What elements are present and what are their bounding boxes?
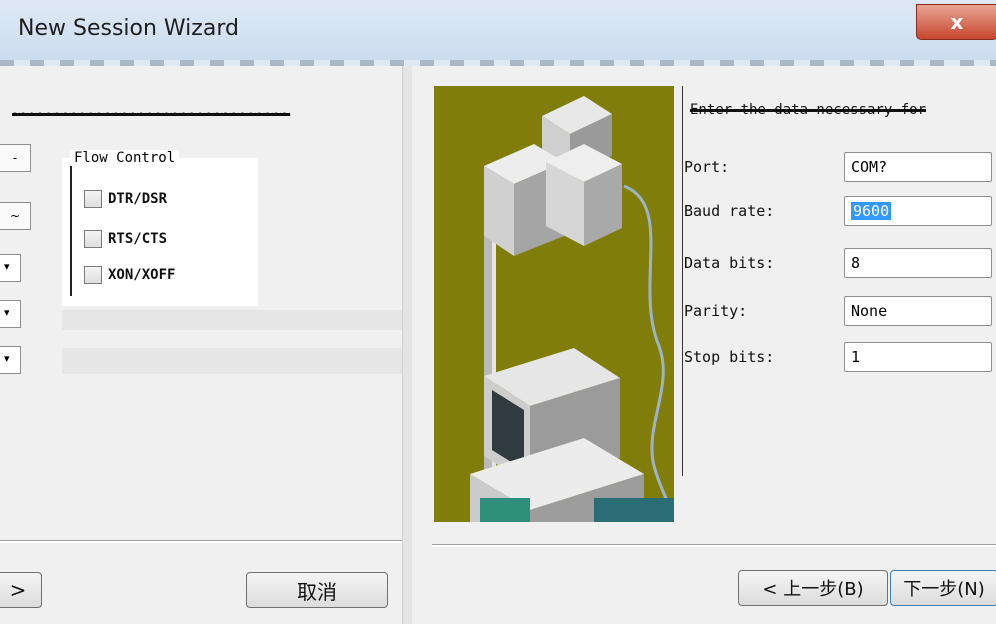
close-button[interactable]: x (916, 4, 996, 40)
port-label: Port: (684, 158, 730, 176)
left-separator (0, 540, 402, 543)
cancel-button[interactable]: 取消 (246, 572, 388, 608)
data-bits-row: Data bits: 8 (684, 248, 992, 278)
illustration-edge (682, 86, 683, 476)
baud-rate-row: Baud rate: 9600 (684, 196, 992, 226)
next-button-partial[interactable]: > (0, 572, 42, 608)
left-wizard-panel: ~~~~~~~~~~~~~~~~~~~~~~~~~~~~~~~~~ - ~ ▾ … (0, 66, 402, 624)
edge-dropdown-2[interactable]: ▾ (0, 300, 21, 328)
edge-dropdown-1[interactable]: ▾ (0, 254, 21, 282)
edge-control-1[interactable]: - (0, 144, 31, 172)
data-bits-label: Data bits: (684, 254, 775, 272)
checkbox-label: XON/XOFF (108, 267, 176, 283)
chevron-down-icon: ▾ (4, 260, 10, 273)
data-bits-select[interactable]: 8 (844, 248, 992, 278)
right-separator (432, 544, 996, 547)
computer-modem-icon (470, 96, 674, 522)
right-wizard-panel: Enter the data necessary for Port: COM? … (412, 66, 996, 624)
port-select[interactable]: COM? (844, 152, 992, 182)
checkbox-box[interactable] (84, 230, 102, 248)
checkbox-dtr-dsr[interactable]: DTR/DSR (84, 190, 167, 208)
flow-control-title: Flow Control (70, 150, 180, 166)
chevron-down-icon: ▾ (4, 306, 10, 319)
close-icon: x (950, 10, 964, 34)
baud-rate-select[interactable]: 9600 (844, 196, 992, 226)
checkbox-label: RTS/CTS (108, 231, 168, 247)
flow-control-group: Flow Control DTR/DSR RTS/CTS XON/XOFF (62, 150, 258, 306)
edge-dropdown-3[interactable]: ▾ (0, 346, 21, 374)
back-button[interactable]: < 上一步(B) (738, 570, 888, 606)
left-stripe (62, 348, 402, 374)
checkbox-rts-cts[interactable]: RTS/CTS (84, 230, 167, 248)
checkbox-label: DTR/DSR (108, 191, 168, 207)
edge-control-2[interactable]: ~ (0, 202, 31, 230)
checkbox-xon-xoff[interactable]: XON/XOFF (84, 266, 175, 284)
chevron-down-icon: ▾ (4, 352, 10, 365)
right-heading: Enter the data necessary for (690, 102, 927, 118)
next-button[interactable]: 下一步(N) (890, 570, 996, 606)
left-stripe (62, 310, 402, 330)
stop-bits-label: Stop bits: (684, 348, 775, 366)
groupbox-border (70, 166, 76, 296)
window-title: New Session Wizard (18, 16, 239, 41)
parity-select[interactable]: None (844, 296, 992, 326)
baud-rate-label: Baud rate: (684, 202, 775, 220)
stop-bits-select[interactable]: 1 (844, 342, 992, 372)
serial-connection-illustration (434, 86, 674, 522)
stop-bits-row: Stop bits: 1 (684, 342, 992, 372)
port-row: Port: COM? (684, 152, 992, 182)
parity-label: Parity: (684, 302, 748, 320)
title-bar: New Session Wizard x (0, 0, 996, 66)
parity-row: Parity: None (684, 296, 992, 326)
checkbox-box[interactable] (84, 190, 102, 208)
left-heading: ~~~~~~~~~~~~~~~~~~~~~~~~~~~~~~~~~ (12, 106, 291, 122)
checkbox-box[interactable] (84, 266, 102, 284)
